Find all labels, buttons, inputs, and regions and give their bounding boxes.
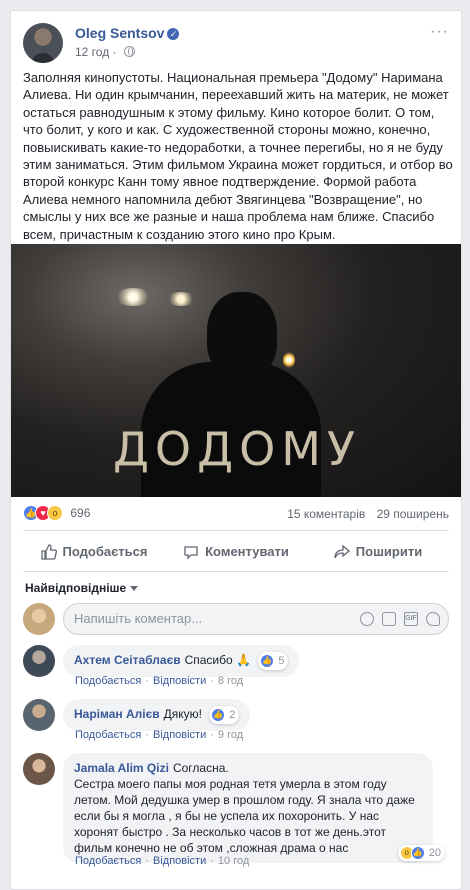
wow-reaction-icon[interactable]: o <box>47 505 63 521</box>
comment-reactions[interactable]: 👍 5 <box>258 652 289 670</box>
camera-icon[interactable] <box>382 612 396 626</box>
comment-bubble: Jamala Alim Qizi Согласна. Сестра моего п… <box>63 753 433 863</box>
commenter-avatar[interactable] <box>23 699 55 731</box>
post-timestamp[interactable]: 12 год <box>75 45 109 59</box>
comment-actions: Подобається · Відповісти · 9 год <box>75 729 244 741</box>
image-title: ДОДОМУ <box>112 422 361 476</box>
light-glare <box>115 288 151 306</box>
share-button[interactable]: Поширити <box>307 536 449 568</box>
post-meta: 12 год · <box>75 45 135 59</box>
post-stats: 👍 ♥ o 696 15 коментарів 29 поширень <box>23 505 449 525</box>
more-options-icon[interactable]: ··· <box>430 23 449 41</box>
emoji-icon[interactable] <box>360 612 374 626</box>
comment-text: Дякую! <box>163 707 202 722</box>
comment-reply-link[interactable]: Відповісти <box>153 675 206 687</box>
caret-down-icon <box>130 586 139 591</box>
comment-sort-dropdown[interactable]: Найвідповідніше <box>25 581 139 595</box>
globe-icon <box>123 46 135 57</box>
comment-actions: Подобається · Відповісти · 10 год <box>75 855 250 867</box>
comments-count[interactable]: 15 коментарів <box>287 507 365 521</box>
sticker-icon[interactable] <box>426 612 440 626</box>
lighter-flame <box>283 352 295 368</box>
comment-reply-link[interactable]: Відповісти <box>153 855 206 867</box>
post-image[interactable]: ДОДОМУ <box>11 244 461 497</box>
author-name[interactable]: Oleg Sentsov ✓ <box>75 25 180 41</box>
comment-item: Jamala Alim Qizi Согласна. Сестра моего п… <box>23 753 449 873</box>
comment-sort-label[interactable]: Найвідповідніше <box>25 581 126 595</box>
like-button-label[interactable]: Подобається <box>63 544 148 559</box>
comment-time[interactable]: 10 год <box>218 855 249 867</box>
thumbs-up-icon <box>40 544 57 560</box>
author-name-text[interactable]: Oleg Sentsov <box>75 25 164 41</box>
author-avatar[interactable] <box>23 23 63 63</box>
comment-like-link[interactable]: Подобається <box>75 675 141 687</box>
figure-silhouette-head <box>207 292 277 378</box>
commenter-name[interactable]: Jamala Alim Qizi <box>74 761 169 775</box>
verified-badge-icon: ✓ <box>167 28 180 40</box>
comment-input[interactable]: Напишіть коментар... GIF <box>63 603 449 635</box>
shares-count[interactable]: 29 поширень <box>377 507 449 521</box>
comment-item: Наріман Алієв Дякую! 👍 2 Подобається · Відпо… <box>23 699 449 743</box>
comment-button-label[interactable]: Коментувати <box>205 544 289 559</box>
comment-reactions[interactable]: 👍 2 <box>209 706 240 724</box>
comment-actions: Подобається · Відповісти · 8 год <box>75 675 244 687</box>
commenter-avatar[interactable] <box>23 645 55 677</box>
divider <box>23 530 449 531</box>
comment-reply-link[interactable]: Відповісти <box>153 729 206 741</box>
reaction-count[interactable]: 696 <box>70 506 90 520</box>
post-card: Oleg Sentsov ✓ 12 год · ··· Заполняя кино… <box>10 10 462 890</box>
comment-reactions[interactable]: o 👍 20 <box>397 845 445 861</box>
comment-time[interactable]: 8 год <box>218 675 243 687</box>
share-arrow-icon <box>334 544 350 559</box>
comment-item: Ахтем Сеітаблаєв Спасибо 🙏 👍 5 Подобається… <box>23 645 449 689</box>
comment-bubble: Наріман Алієв Дякую! 👍 2 <box>63 699 251 731</box>
comment-reaction-count: 5 <box>278 655 285 667</box>
like-reaction-icon: 👍 <box>410 846 425 860</box>
current-user-avatar <box>23 603 55 635</box>
post-actions: Подобається Коментувати Поширити <box>23 536 449 568</box>
post-text: Заполняя кинопустоты. Национальная премь… <box>23 70 453 242</box>
comment-input-placeholder: Напишіть коментар... <box>74 611 203 626</box>
comment-like-link[interactable]: Подобається <box>75 729 141 741</box>
comment-time[interactable]: 9 год <box>218 729 243 741</box>
comment-text: Согласна. Сестра моего папы моя родная т… <box>74 761 415 855</box>
comment-like-link[interactable]: Подобається <box>75 855 141 867</box>
commenter-name[interactable]: Ахтем Сеітаблаєв <box>74 653 181 667</box>
light-glare <box>167 292 195 306</box>
commenter-avatar[interactable] <box>23 753 55 785</box>
composer-icons: GIF <box>360 604 440 634</box>
like-button[interactable]: Подобається <box>23 536 165 568</box>
comment-composer: Напишіть коментар... GIF <box>23 603 449 635</box>
divider <box>23 571 449 572</box>
share-button-label[interactable]: Поширити <box>356 544 422 559</box>
comment-button[interactable]: Коментувати <box>165 536 307 568</box>
commenter-name[interactable]: Наріман Алієв <box>74 707 160 721</box>
like-reaction-icon: 👍 <box>211 708 226 723</box>
gif-icon[interactable]: GIF <box>404 612 418 626</box>
comment-reaction-count: 20 <box>428 846 441 859</box>
comment-reaction-count: 2 <box>229 709 236 721</box>
comment-bubble: Ахтем Сеітаблаєв Спасибо 🙏 👍 5 <box>63 645 300 677</box>
post-header: Oleg Sentsov ✓ 12 год · ··· <box>23 23 449 63</box>
like-reaction-icon: 👍 <box>260 654 275 669</box>
comment-bubble-icon <box>184 546 198 560</box>
comment-text: Спасибо 🙏 <box>184 653 251 668</box>
